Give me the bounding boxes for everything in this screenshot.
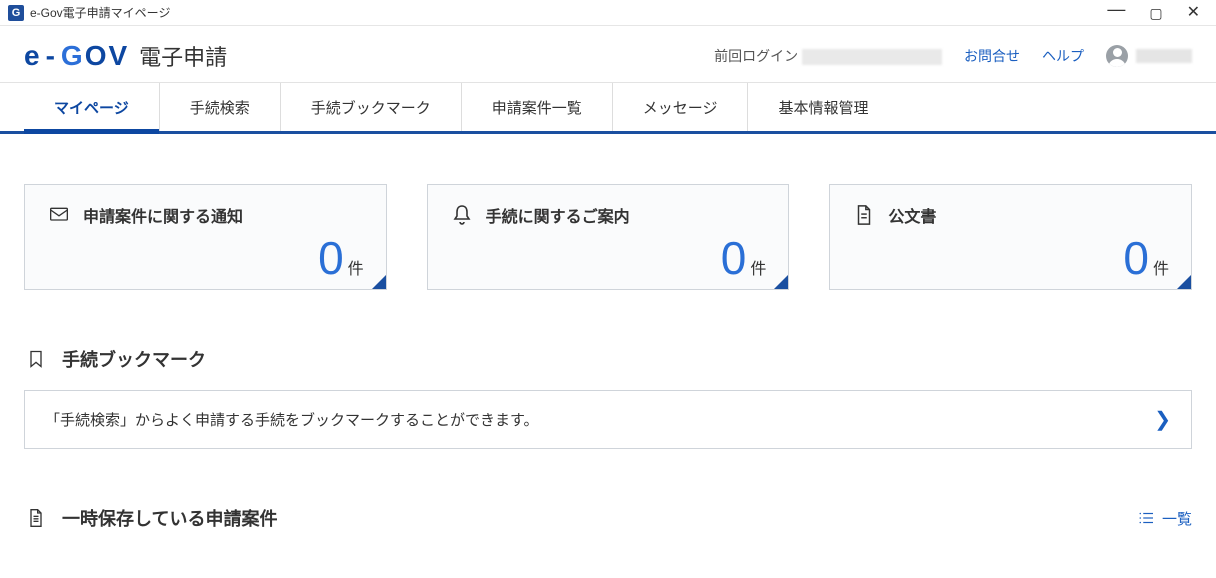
card-notice-unit: 件: [348, 255, 364, 279]
section-draft: 一時保存している申請案件 一覧: [24, 505, 1192, 531]
nav-cases[interactable]: 申請案件一覧: [461, 83, 612, 131]
app-title: 電子申請: [139, 40, 227, 72]
nav-messages[interactable]: メッセージ: [612, 83, 748, 131]
avatar-icon: [1106, 45, 1128, 67]
card-notice-title: 申請案件に関する通知: [83, 203, 243, 227]
inquiry-link[interactable]: お問合せ: [964, 46, 1020, 66]
card-guide[interactable]: 手続に関するご案内 0 件: [427, 184, 790, 290]
logo: e-GOV: [24, 40, 129, 72]
card-guide-title: 手続に関するご案内: [486, 203, 630, 227]
nav-bookmark[interactable]: 手続ブックマーク: [280, 83, 461, 131]
card-doc-title: 公文書: [888, 203, 936, 227]
app-icon: G: [8, 5, 24, 21]
card-doc[interactable]: 公文書 0 件: [829, 184, 1192, 290]
draft-list-label: 一覧: [1162, 508, 1192, 529]
window-title: e-Gov電子申請マイページ: [30, 4, 170, 21]
prev-login-value: [802, 49, 942, 65]
card-guide-unit: 件: [750, 255, 766, 279]
bookmark-info-row[interactable]: 「手続検索」からよく申請する手続をブックマークすることができます。 ❯: [24, 390, 1192, 449]
document-icon: [852, 203, 876, 227]
draft-list-link[interactable]: 一覧: [1138, 508, 1192, 529]
card-guide-count: 0: [721, 231, 747, 285]
nav-mypage[interactable]: マイページ: [24, 83, 159, 131]
window-titlebar: G e-Gov電子申請マイページ — ▢ ✕: [0, 0, 1216, 26]
window-maximize-icon[interactable]: ▢: [1149, 6, 1162, 20]
prev-login-label: 前回ログイン: [714, 48, 798, 64]
nav-basicinfo[interactable]: 基本情報管理: [747, 83, 898, 131]
username: [1136, 49, 1192, 63]
card-doc-count: 0: [1123, 231, 1149, 285]
draft-title: 一時保存している申請案件: [62, 505, 277, 531]
card-notice[interactable]: 申請案件に関する通知 0 件: [24, 184, 387, 290]
window-minimize-icon[interactable]: —: [1107, 0, 1125, 18]
nav-search[interactable]: 手続検索: [159, 83, 280, 131]
user-menu[interactable]: [1106, 45, 1192, 67]
bookmark-title: 手続ブックマーク: [62, 346, 206, 372]
card-notice-count: 0: [318, 231, 344, 285]
help-link[interactable]: ヘルプ: [1042, 46, 1084, 66]
envelope-icon: [47, 203, 71, 227]
card-doc-unit: 件: [1153, 255, 1169, 279]
document-list-icon: [24, 506, 48, 530]
chevron-right-icon: ❯: [1154, 407, 1171, 432]
section-bookmark: 手続ブックマーク 「手続検索」からよく申請する手続をブックマークすることができま…: [24, 346, 1192, 449]
bell-icon: [450, 203, 474, 227]
window-close-icon[interactable]: ✕: [1187, 5, 1200, 21]
navbar: マイページ 手続検索 手続ブックマーク 申請案件一覧 メッセージ 基本情報管理: [0, 82, 1216, 134]
bookmark-info-text: 「手続検索」からよく申請する手続をブックマークすることができます。: [45, 409, 539, 430]
app-header: e-GOV 電子申請 前回ログイン お問合せ ヘルプ: [0, 26, 1216, 82]
bookmark-icon: [24, 347, 48, 371]
